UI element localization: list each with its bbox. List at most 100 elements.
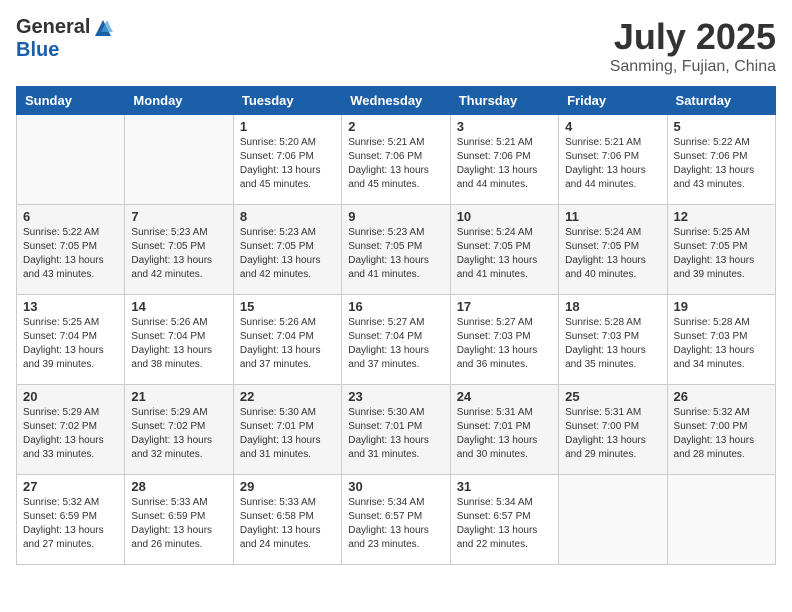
calendar-cell: 9 Sunrise: 5:23 AM Sunset: 7:05 PM Daylig… bbox=[342, 205, 450, 295]
calendar-header-row: SundayMondayTuesdayWednesdayThursdayFrid… bbox=[17, 87, 776, 115]
calendar-cell bbox=[667, 475, 775, 565]
calendar-cell bbox=[559, 475, 667, 565]
day-number: 15 bbox=[240, 299, 335, 314]
day-number: 12 bbox=[674, 209, 769, 224]
title-area: July 2025 Sanming, Fujian, China bbox=[610, 16, 776, 76]
day-number: 16 bbox=[348, 299, 443, 314]
day-number: 1 bbox=[240, 119, 335, 134]
calendar-week-row-4: 20 Sunrise: 5:29 AM Sunset: 7:02 PM Dayli… bbox=[17, 385, 776, 475]
day-number: 28 bbox=[131, 479, 226, 494]
calendar-cell: 19 Sunrise: 5:28 AM Sunset: 7:03 PM Dayli… bbox=[667, 295, 775, 385]
day-number: 25 bbox=[565, 389, 660, 404]
calendar-cell: 21 Sunrise: 5:29 AM Sunset: 7:02 PM Dayli… bbox=[125, 385, 233, 475]
day-info: Sunrise: 5:34 AM Sunset: 6:57 PM Dayligh… bbox=[457, 496, 552, 552]
calendar-cell bbox=[125, 115, 233, 205]
day-number: 6 bbox=[23, 209, 118, 224]
day-info: Sunrise: 5:23 AM Sunset: 7:05 PM Dayligh… bbox=[240, 226, 335, 282]
day-number: 23 bbox=[348, 389, 443, 404]
calendar-cell: 18Sunrise: 5:28 AM Sunset: 7:03 PM Dayli… bbox=[559, 295, 667, 385]
day-number: 4 bbox=[565, 119, 660, 134]
calendar-cell: 14 Sunrise: 5:26 AM Sunset: 7:04 PM Dayli… bbox=[125, 295, 233, 385]
day-info: Sunrise: 5:26 AM Sunset: 7:04 PM Dayligh… bbox=[240, 316, 335, 372]
logo-icon bbox=[93, 18, 113, 38]
calendar-cell: 24 Sunrise: 5:31 AM Sunset: 7:01 PM Dayli… bbox=[450, 385, 558, 475]
day-info: Sunrise: 5:29 AM Sunset: 7:02 PM Dayligh… bbox=[23, 406, 118, 462]
calendar-cell: 31Sunrise: 5:34 AM Sunset: 6:57 PM Dayli… bbox=[450, 475, 558, 565]
calendar-cell: 22 Sunrise: 5:30 AM Sunset: 7:01 PM Dayli… bbox=[233, 385, 341, 475]
day-number: 21 bbox=[131, 389, 226, 404]
calendar-cell: 11Sunrise: 5:24 AM Sunset: 7:05 PM Dayli… bbox=[559, 205, 667, 295]
day-info: Sunrise: 5:25 AM Sunset: 7:05 PM Dayligh… bbox=[674, 226, 769, 282]
logo-blue-text: Blue bbox=[16, 39, 59, 61]
calendar-week-row-5: 27 Sunrise: 5:32 AM Sunset: 6:59 PM Dayli… bbox=[17, 475, 776, 565]
day-info: Sunrise: 5:32 AM Sunset: 7:00 PM Dayligh… bbox=[674, 406, 769, 462]
day-number: 18 bbox=[565, 299, 660, 314]
day-info: Sunrise: 5:30 AM Sunset: 7:01 PM Dayligh… bbox=[240, 406, 335, 462]
calendar-cell: 30Sunrise: 5:34 AM Sunset: 6:57 PM Dayli… bbox=[342, 475, 450, 565]
day-number: 19 bbox=[674, 299, 769, 314]
calendar-cell: 23 Sunrise: 5:30 AM Sunset: 7:01 PM Dayli… bbox=[342, 385, 450, 475]
day-number: 22 bbox=[240, 389, 335, 404]
calendar-header-wednesday: Wednesday bbox=[342, 87, 450, 115]
logo-general-text: General bbox=[16, 16, 90, 39]
day-info: Sunrise: 5:21 AM Sunset: 7:06 PM Dayligh… bbox=[565, 136, 660, 192]
day-number: 2 bbox=[348, 119, 443, 134]
calendar-cell bbox=[17, 115, 125, 205]
day-info: Sunrise: 5:23 AM Sunset: 7:05 PM Dayligh… bbox=[348, 226, 443, 282]
day-info: Sunrise: 5:32 AM Sunset: 6:59 PM Dayligh… bbox=[23, 496, 118, 552]
day-info: Sunrise: 5:28 AM Sunset: 7:03 PM Dayligh… bbox=[674, 316, 769, 372]
day-info: Sunrise: 5:26 AM Sunset: 7:04 PM Dayligh… bbox=[131, 316, 226, 372]
day-number: 7 bbox=[131, 209, 226, 224]
day-info: Sunrise: 5:23 AM Sunset: 7:05 PM Dayligh… bbox=[131, 226, 226, 282]
day-info: Sunrise: 5:27 AM Sunset: 7:04 PM Dayligh… bbox=[348, 316, 443, 372]
day-info: Sunrise: 5:24 AM Sunset: 7:05 PM Dayligh… bbox=[457, 226, 552, 282]
calendar-cell: 26 Sunrise: 5:32 AM Sunset: 7:00 PM Dayli… bbox=[667, 385, 775, 475]
calendar-cell: 25 Sunrise: 5:31 AM Sunset: 7:00 PM Dayli… bbox=[559, 385, 667, 475]
calendar-cell: 13Sunrise: 5:25 AM Sunset: 7:04 PM Dayli… bbox=[17, 295, 125, 385]
calendar-cell: 5 Sunrise: 5:22 AM Sunset: 7:06 PM Daylig… bbox=[667, 115, 775, 205]
day-number: 10 bbox=[457, 209, 552, 224]
calendar-header-friday: Friday bbox=[559, 87, 667, 115]
calendar-cell: 16 Sunrise: 5:27 AM Sunset: 7:04 PM Dayli… bbox=[342, 295, 450, 385]
logo: General Blue bbox=[16, 16, 114, 62]
day-info: Sunrise: 5:21 AM Sunset: 7:06 PM Dayligh… bbox=[457, 136, 552, 192]
calendar-cell: 3 Sunrise: 5:21 AM Sunset: 7:06 PM Daylig… bbox=[450, 115, 558, 205]
calendar-cell: 6 Sunrise: 5:22 AM Sunset: 7:05 PM Daylig… bbox=[17, 205, 125, 295]
day-info: Sunrise: 5:34 AM Sunset: 6:57 PM Dayligh… bbox=[348, 496, 443, 552]
calendar-cell: 15 Sunrise: 5:26 AM Sunset: 7:04 PM Dayli… bbox=[233, 295, 341, 385]
day-number: 27 bbox=[23, 479, 118, 494]
day-number: 5 bbox=[674, 119, 769, 134]
calendar-cell: 8 Sunrise: 5:23 AM Sunset: 7:05 PM Daylig… bbox=[233, 205, 341, 295]
page-header: General Blue July 2025 Sanming, Fujian, … bbox=[16, 16, 776, 76]
day-info: Sunrise: 5:22 AM Sunset: 7:06 PM Dayligh… bbox=[674, 136, 769, 192]
day-number: 20 bbox=[23, 389, 118, 404]
calendar-cell: 27 Sunrise: 5:32 AM Sunset: 6:59 PM Dayli… bbox=[17, 475, 125, 565]
day-number: 17 bbox=[457, 299, 552, 314]
calendar-week-row-2: 6 Sunrise: 5:22 AM Sunset: 7:05 PM Daylig… bbox=[17, 205, 776, 295]
day-info: Sunrise: 5:22 AM Sunset: 7:05 PM Dayligh… bbox=[23, 226, 118, 282]
calendar-title: July 2025 bbox=[610, 16, 776, 58]
calendar-header-monday: Monday bbox=[125, 87, 233, 115]
calendar-cell: 7 Sunrise: 5:23 AM Sunset: 7:05 PM Daylig… bbox=[125, 205, 233, 295]
calendar-cell: 2Sunrise: 5:21 AM Sunset: 7:06 PM Daylig… bbox=[342, 115, 450, 205]
calendar-header-saturday: Saturday bbox=[667, 87, 775, 115]
day-number: 29 bbox=[240, 479, 335, 494]
calendar-location: Sanming, Fujian, China bbox=[610, 58, 776, 76]
calendar-cell: 28Sunrise: 5:33 AM Sunset: 6:59 PM Dayli… bbox=[125, 475, 233, 565]
day-info: Sunrise: 5:25 AM Sunset: 7:04 PM Dayligh… bbox=[23, 316, 118, 372]
day-number: 14 bbox=[131, 299, 226, 314]
day-info: Sunrise: 5:30 AM Sunset: 7:01 PM Dayligh… bbox=[348, 406, 443, 462]
day-number: 9 bbox=[348, 209, 443, 224]
day-number: 26 bbox=[674, 389, 769, 404]
calendar-header-sunday: Sunday bbox=[17, 87, 125, 115]
calendar-week-row-1: 1Sunrise: 5:20 AM Sunset: 7:06 PM Daylig… bbox=[17, 115, 776, 205]
day-info: Sunrise: 5:31 AM Sunset: 7:00 PM Dayligh… bbox=[565, 406, 660, 462]
day-info: Sunrise: 5:29 AM Sunset: 7:02 PM Dayligh… bbox=[131, 406, 226, 462]
calendar-cell: 20 Sunrise: 5:29 AM Sunset: 7:02 PM Dayli… bbox=[17, 385, 125, 475]
day-number: 3 bbox=[457, 119, 552, 134]
day-info: Sunrise: 5:31 AM Sunset: 7:01 PM Dayligh… bbox=[457, 406, 552, 462]
calendar-cell: 12 Sunrise: 5:25 AM Sunset: 7:05 PM Dayli… bbox=[667, 205, 775, 295]
calendar-cell: 4 Sunrise: 5:21 AM Sunset: 7:06 PM Daylig… bbox=[559, 115, 667, 205]
day-number: 24 bbox=[457, 389, 552, 404]
day-number: 8 bbox=[240, 209, 335, 224]
